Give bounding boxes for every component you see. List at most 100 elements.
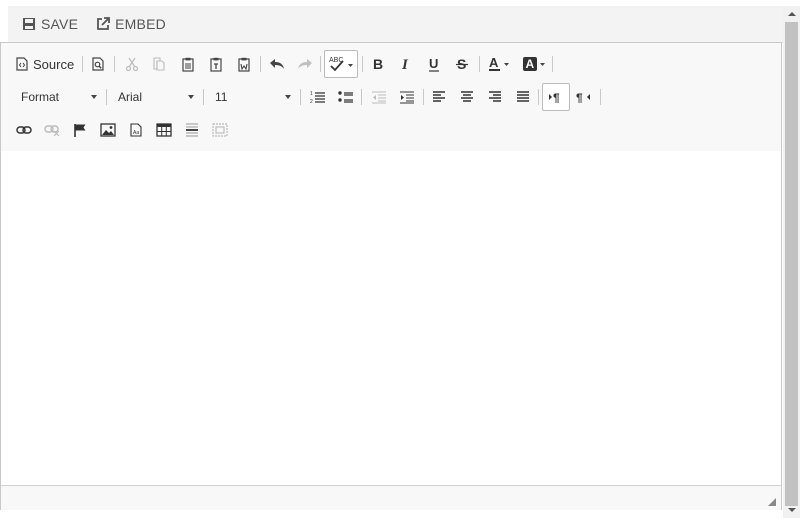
redo-button[interactable] [292, 50, 318, 78]
justify-button[interactable] [510, 83, 536, 111]
font-size-select-value: 11 [215, 90, 228, 104]
cut-button[interactable] [119, 50, 145, 78]
vertical-scrollbar[interactable] [783, 6, 800, 518]
toolbar-separator [203, 89, 204, 105]
align-left-icon [433, 91, 445, 102]
save-label: SAVE [41, 16, 79, 32]
svg-text:B: B [373, 57, 383, 71]
font-select[interactable]: Arial [114, 86, 198, 108]
image-icon [100, 123, 116, 137]
toolbar-separator [479, 56, 480, 72]
scroll-up-button[interactable] [783, 6, 800, 22]
embed-button[interactable]: EMBED [96, 16, 166, 32]
rtl-button[interactable]: ¶ [571, 83, 597, 111]
align-right-button[interactable] [482, 83, 508, 111]
toolbar-row-1: Source ABC B I U S A A [1, 50, 781, 78]
copy-button[interactable] [146, 50, 172, 78]
resize-icon[interactable] [767, 497, 777, 507]
toolbar-separator [114, 56, 115, 72]
align-left-button[interactable] [426, 83, 452, 111]
align-center-button[interactable] [454, 83, 480, 111]
preview-icon [92, 57, 104, 71]
numbered-list-button[interactable]: 1 2 [304, 83, 330, 111]
chevron-down-icon [188, 95, 194, 99]
toolbar-separator [362, 56, 363, 72]
underline-icon: U [429, 57, 439, 72]
toolbar-separator [320, 56, 321, 72]
toolbar-separator [361, 89, 362, 105]
outdent-button[interactable] [365, 83, 391, 111]
top-action-bar: SAVE EMBED [8, 6, 783, 43]
scrollbar-thumb[interactable] [785, 22, 798, 506]
chevron-down-icon [285, 95, 291, 99]
bulleted-list-button[interactable] [332, 83, 358, 111]
paste-icon [182, 57, 194, 72]
svg-text:A: A [526, 57, 535, 71]
toolbar-row-2: Format Arial 11 1 2 ¶ ¶ [1, 83, 781, 111]
flash-icon: Aa [130, 123, 142, 137]
svg-text:A: A [489, 56, 499, 70]
toolbar-row-3: Aa [1, 116, 781, 144]
flash-button[interactable]: Aa [123, 116, 149, 144]
rtl-icon: ¶ [576, 91, 590, 103]
bulleted-list-icon [337, 91, 353, 103]
redo-icon [298, 59, 312, 69]
table-icon [156, 123, 172, 137]
svg-text:1: 1 [310, 91, 313, 97]
numbered-list-icon: 1 2 [310, 91, 325, 104]
italic-icon: I [401, 57, 409, 71]
italic-button[interactable]: I [393, 50, 419, 78]
underline-button[interactable]: U [421, 50, 447, 78]
chevron-down-icon [91, 95, 97, 99]
paste-text-button[interactable] [203, 50, 229, 78]
indent-button[interactable] [393, 83, 419, 111]
link-button[interactable] [11, 116, 37, 144]
chevron-down-icon [787, 508, 796, 512]
strikethrough-button[interactable]: S [449, 50, 475, 78]
svg-text:U: U [429, 57, 438, 71]
toolbar-separator [600, 89, 601, 105]
unlink-button[interactable] [39, 116, 65, 144]
paste-word-icon [238, 57, 250, 72]
chevron-up-icon [787, 12, 796, 16]
image-button[interactable] [95, 116, 121, 144]
copy-icon [153, 57, 165, 71]
save-icon [23, 18, 35, 30]
background-color-button[interactable]: A [519, 50, 549, 78]
strikethrough-icon: S [456, 57, 468, 72]
svg-text:¶: ¶ [576, 91, 583, 103]
toolbar-separator [538, 89, 539, 105]
paste-button[interactable] [175, 50, 201, 78]
table-button[interactable] [151, 116, 177, 144]
indent-icon [399, 91, 414, 104]
format-select-value: Format [21, 90, 60, 104]
format-select[interactable]: Format [17, 86, 101, 108]
scroll-down-button[interactable] [783, 502, 800, 518]
embed-label: EMBED [115, 16, 166, 32]
toolbar-separator [300, 89, 301, 105]
font-size-select[interactable]: 11 [211, 86, 295, 108]
iframe-button[interactable] [207, 116, 233, 144]
ltr-button[interactable]: ¶ [542, 83, 570, 111]
document-icon [16, 57, 28, 71]
bold-button[interactable]: B [365, 50, 391, 78]
external-link-icon [97, 17, 111, 30]
paste-word-button[interactable] [231, 50, 257, 78]
horizontal-rule-button[interactable] [179, 116, 205, 144]
outdent-icon [371, 91, 386, 104]
editor-content-area[interactable] [1, 151, 781, 485]
text-color-button[interactable]: A [484, 50, 514, 78]
toolbar-separator [552, 56, 553, 72]
editor-toolbar: Source ABC B I U S A A Format Arial 11 1… [1, 43, 781, 152]
undo-button[interactable] [264, 50, 290, 78]
text-color-icon: A [489, 56, 509, 71]
svg-text:2: 2 [310, 99, 313, 104]
save-button[interactable]: SAVE [22, 16, 78, 32]
bold-icon: B [373, 57, 383, 71]
font-select-value: Arial [118, 90, 143, 104]
preview-button[interactable] [85, 50, 111, 78]
source-button[interactable]: Source [13, 50, 77, 78]
anchor-button[interactable] [67, 116, 93, 144]
spellcheck-button[interactable]: ABC [324, 50, 358, 78]
align-right-icon [489, 91, 501, 102]
